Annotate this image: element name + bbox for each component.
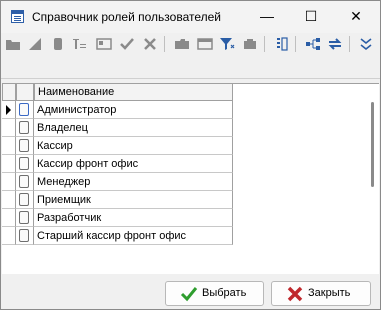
row-checkbox-cell[interactable] (16, 227, 34, 245)
select-button-label: Выбрать (202, 287, 247, 299)
row-indicator[interactable] (2, 119, 16, 137)
close-icon (287, 286, 303, 302)
close-button[interactable]: Закрыть (271, 281, 371, 306)
current-row-arrow-icon (6, 105, 11, 115)
row-indicator[interactable] (2, 173, 16, 191)
vertical-scrollbar[interactable] (366, 100, 379, 274)
table-row[interactable]: Менеджер (2, 173, 234, 191)
row-indicator[interactable] (2, 137, 16, 155)
app-window-icon (11, 10, 24, 23)
minimize-button[interactable]: — (245, 1, 289, 31)
role-name-cell[interactable]: Разработчик (34, 209, 233, 227)
close-window-button[interactable]: ✕ (334, 1, 378, 31)
window-title: Справочник ролей пользователей (32, 10, 221, 24)
row-checkbox[interactable] (19, 175, 29, 188)
role-name-cell[interactable]: Менеджер (34, 173, 233, 191)
table-row[interactable]: Кассир (2, 137, 234, 155)
row-checkbox[interactable] (19, 211, 29, 224)
folder-open-icon[interactable] (173, 35, 191, 53)
edit-text-icon[interactable] (71, 35, 89, 53)
toolbar-separator-2 (264, 36, 265, 52)
filter-strip (1, 55, 380, 79)
row-indicator[interactable] (2, 209, 16, 227)
window-icon[interactable] (196, 35, 214, 53)
title-bar[interactable]: Справочник ролей пользователей — ☐ ✕ (1, 1, 380, 33)
row-indicator[interactable] (2, 227, 16, 245)
row-checkbox-cell[interactable] (16, 155, 34, 173)
role-name-cell[interactable]: Кассир (34, 137, 233, 155)
role-name-cell[interactable]: Администратор (34, 101, 233, 119)
row-indicator[interactable] (2, 101, 16, 119)
row-checkbox[interactable] (19, 157, 29, 170)
role-name-cell[interactable]: Кассир фронт офис (34, 155, 233, 173)
row-indicator[interactable] (2, 191, 16, 209)
row-checkbox-cell[interactable] (16, 209, 34, 227)
delete-icon[interactable] (49, 35, 67, 53)
maximize-button[interactable]: ☐ (289, 1, 333, 31)
row-checkbox[interactable] (19, 193, 29, 206)
table-row[interactable]: Кассир фронт офис (2, 155, 234, 173)
row-checkbox-cell[interactable] (16, 119, 34, 137)
check-icon[interactable] (118, 35, 136, 53)
card-icon[interactable] (95, 35, 113, 53)
group-icon[interactable] (241, 35, 259, 53)
row-checkbox[interactable] (19, 229, 29, 242)
toolbar-separator-3 (295, 36, 296, 52)
table-row[interactable]: Старший кассир фронт офис (2, 227, 234, 245)
refresh-icon[interactable] (326, 35, 344, 53)
folder-icon[interactable] (4, 35, 22, 53)
close-button-label: Закрыть (308, 287, 351, 299)
chevron-down-icon[interactable] (357, 35, 375, 53)
row-checkbox[interactable] (19, 139, 29, 152)
header-check-cell (16, 84, 34, 101)
roles-grid[interactable]: Наименование Администратор Владелец Кассир… (2, 83, 379, 274)
row-checkbox-cell[interactable] (16, 101, 34, 119)
table-row[interactable]: Приемщик (2, 191, 234, 209)
header-indicator-cell (2, 84, 16, 101)
table-row[interactable]: Администратор (2, 101, 234, 119)
role-name-cell[interactable]: Приемщик (34, 191, 233, 209)
table-row[interactable]: Разработчик (2, 209, 234, 227)
columns-icon[interactable] (273, 35, 291, 53)
select-button[interactable]: Выбрать (165, 281, 264, 306)
roles-dialog-window: Справочник ролей пользователей — ☐ ✕ Наи… (0, 0, 381, 310)
edit-pen-icon[interactable] (26, 35, 44, 53)
check-icon (180, 287, 198, 302)
row-checkbox[interactable] (19, 103, 29, 116)
row-indicator[interactable] (2, 155, 16, 173)
row-checkbox-cell[interactable] (16, 191, 34, 209)
tree-icon[interactable] (304, 35, 322, 53)
role-name-cell[interactable]: Старший кассир фронт офис (34, 227, 233, 245)
toolbar-separator (164, 36, 165, 52)
cancel-icon[interactable] (141, 35, 159, 53)
row-checkbox-cell[interactable] (16, 173, 34, 191)
filter-icon[interactable] (218, 35, 236, 53)
column-header-name[interactable]: Наименование (34, 84, 233, 101)
row-checkbox-cell[interactable] (16, 137, 34, 155)
role-name-cell[interactable]: Владелец (34, 119, 233, 137)
row-checkbox[interactable] (19, 121, 29, 134)
table-row[interactable]: Владелец (2, 119, 234, 137)
toolbar (1, 33, 380, 55)
toolbar-separator-4 (349, 36, 350, 52)
scrollbar-thumb[interactable] (371, 102, 374, 187)
